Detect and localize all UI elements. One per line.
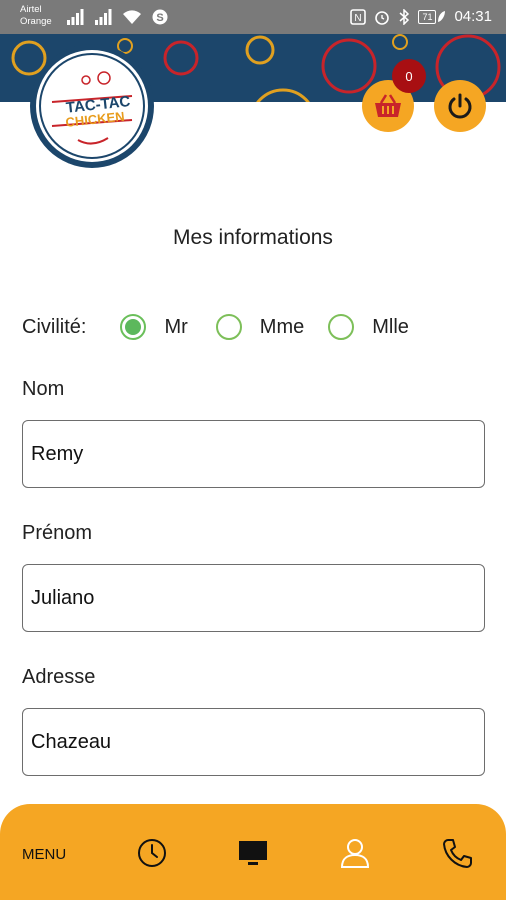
battery-indicator: 71: [418, 9, 446, 24]
radio-mr[interactable]: [120, 314, 147, 340]
monitor-icon[interactable]: [236, 836, 270, 870]
clock-time: 04:31: [454, 8, 492, 25]
phone-icon[interactable]: [440, 836, 474, 870]
wifi-icon: [123, 10, 141, 24]
basket-icon: [375, 94, 401, 117]
adresse-label: Adresse: [22, 666, 96, 688]
radio-label-mr: Mr: [164, 315, 188, 338]
alarm-icon: [375, 10, 390, 25]
radio-label-mme: Mme: [259, 315, 305, 338]
status-right-icons: N 71 04:31: [350, 8, 492, 25]
carrier-name-2: Orange: [20, 16, 52, 27]
prenom-label: Prénom: [22, 522, 93, 544]
logo-seal: TAC-TAC CHICKEN: [30, 44, 154, 168]
prenom-input[interactable]: [22, 564, 485, 632]
cart-count-badge: 0: [392, 59, 426, 93]
radio-option-mr[interactable]: Mr: [120, 314, 188, 340]
status-bar: Airtel Orange S N 71 04:31: [0, 0, 506, 34]
radio-mme[interactable]: [215, 314, 242, 340]
carrier-label: Airtel Orange: [20, 4, 52, 28]
nom-label: Nom: [22, 378, 65, 400]
civility-label: Civilité:: [22, 315, 87, 338]
bluetooth-icon: [399, 8, 410, 25]
adresse-input[interactable]: [22, 708, 485, 776]
svg-text:N: N: [355, 13, 362, 24]
radio-mlle[interactable]: [328, 314, 355, 340]
battery-level: 71: [418, 9, 437, 24]
carrier-name-1: Airtel: [20, 4, 42, 15]
nfc-icon: N: [350, 8, 367, 25]
svg-text:S: S: [156, 12, 163, 24]
leaf-icon: [438, 10, 446, 22]
nav-menu-button[interactable]: MENU: [22, 846, 66, 863]
radio-label-mlle: Mlle: [372, 315, 409, 338]
bottom-navigation: MENU: [0, 804, 506, 900]
signal-icon: [67, 9, 84, 25]
power-icon: [448, 93, 472, 119]
logout-button[interactable]: [434, 80, 486, 132]
page-title: Mes informations: [173, 226, 333, 249]
nom-input[interactable]: [22, 420, 485, 488]
user-icon[interactable]: [338, 836, 372, 870]
skype-icon: S: [152, 9, 168, 25]
status-left-icons: S: [66, 9, 168, 25]
tac-tac-chicken-logo[interactable]: TAC-TAC CHICKEN: [28, 42, 156, 170]
radio-option-mme[interactable]: Mme: [215, 314, 305, 340]
clock-icon[interactable]: [135, 836, 169, 870]
civility-radio-group: Civilité: Mr Mme Mlle: [22, 312, 409, 342]
radio-option-mlle[interactable]: Mlle: [328, 314, 409, 340]
signal-icon-2: [95, 9, 112, 25]
